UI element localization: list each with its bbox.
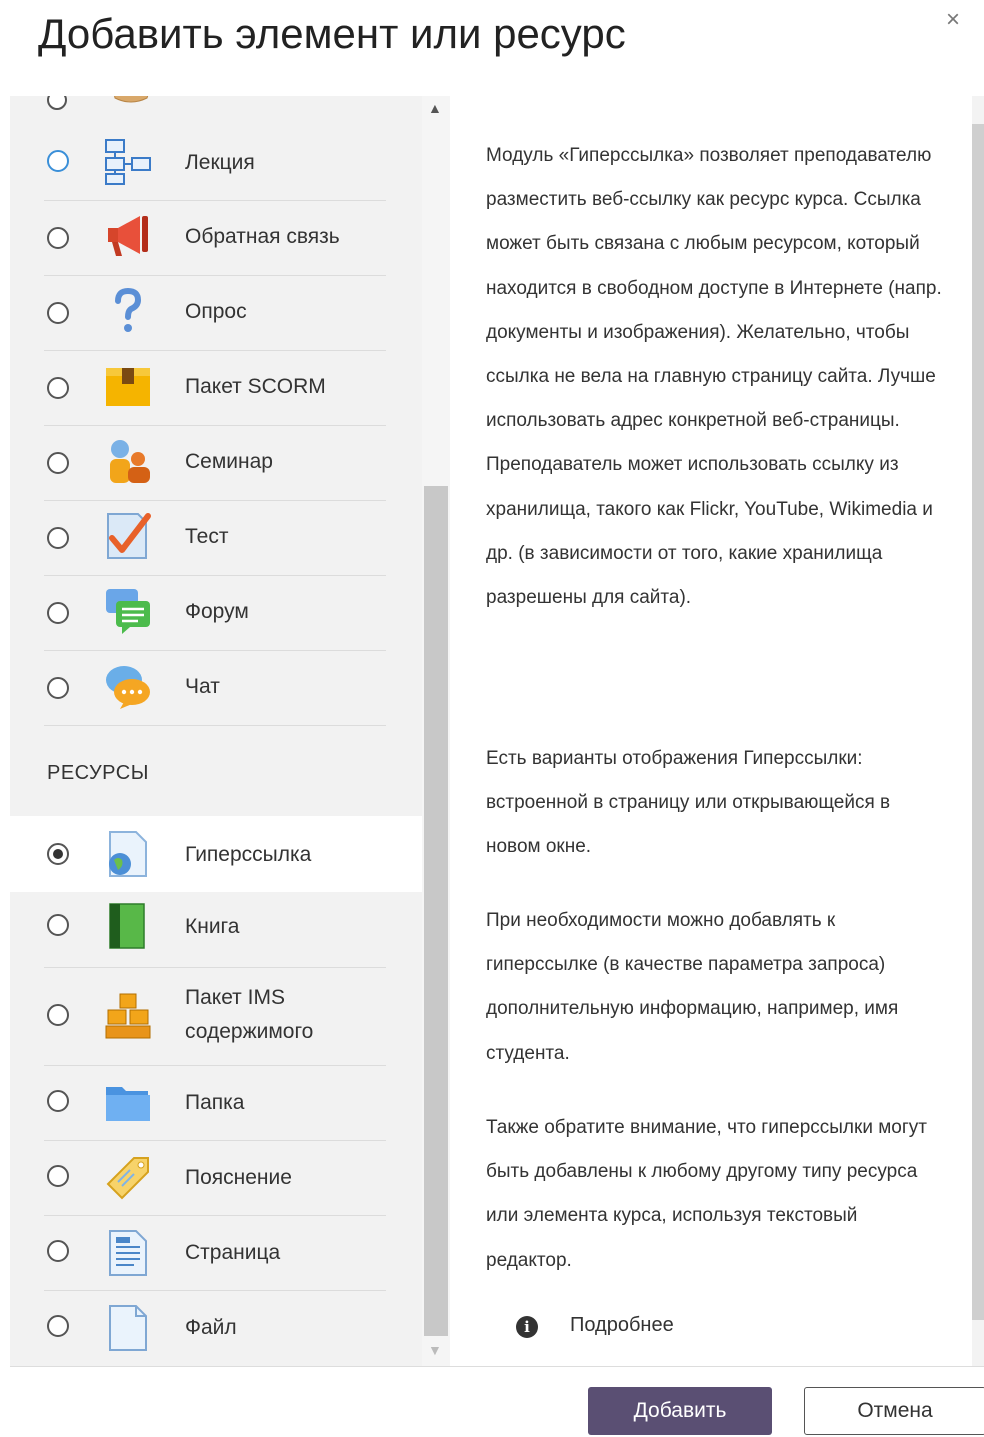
list-item-label: Чат [185, 675, 220, 698]
radio-button[interactable] [47, 527, 69, 549]
lesson-icon [105, 139, 151, 185]
module-chooser-list[interactable]: Лекция Обратная связь Опрос Пакет SCORM … [10, 96, 422, 1366]
url-globe-icon [109, 831, 147, 877]
radio-button[interactable] [47, 602, 69, 624]
radio-button[interactable] [47, 96, 67, 110]
divider [44, 425, 386, 426]
radio-button[interactable] [47, 1315, 69, 1337]
divider [44, 575, 386, 576]
partial-item-icon [114, 96, 149, 103]
more-link-label[interactable]: Подробнее [570, 1314, 674, 1337]
list-end [10, 725, 422, 726]
label-tag-icon [106, 1157, 149, 1200]
radio-button[interactable] [47, 227, 69, 249]
add-button[interactable]: Добавить [588, 1387, 772, 1435]
list-item-feedback[interactable]: Обратная связь [10, 200, 422, 275]
list-item-ims[interactable]: Пакет IMS содержимого [10, 967, 422, 1065]
ims-package-icon [105, 993, 151, 1039]
list-item-label: Опрос [185, 300, 247, 323]
radio-button[interactable] [47, 150, 69, 172]
forum-icon [106, 589, 150, 634]
list-item-chat[interactable]: Чат [10, 650, 422, 725]
resources-heading: РЕСУРСЫ [47, 762, 149, 784]
chevron-up-icon[interactable]: ▲ [428, 100, 442, 116]
radio-button[interactable] [47, 452, 69, 474]
scorm-package-icon [106, 368, 150, 406]
list-item-folder[interactable]: Папка [10, 1065, 422, 1140]
chat-bubble-icon [106, 666, 150, 709]
workshop-people-icon [110, 440, 150, 483]
file-icon [109, 1305, 147, 1351]
radio-button[interactable] [47, 377, 69, 399]
list-item-file[interactable]: Файл [10, 1290, 422, 1365]
divider [44, 275, 386, 276]
description-paragraph: Модуль «Гиперссылка» позволяет преподава… [486, 145, 942, 609]
chevron-down-icon[interactable]: ▼ [428, 1342, 442, 1358]
description-paragraph: Есть варианты отображения Гиперссылки: в… [486, 748, 891, 858]
list-item-scorm[interactable]: Пакет SCORM [10, 350, 422, 425]
radio-button[interactable] [47, 677, 69, 699]
divider [44, 650, 386, 651]
list-item-quiz[interactable]: Тест [10, 500, 422, 575]
list-scrollbar[interactable]: ▲ ▼ [422, 96, 450, 1366]
list-item-workshop[interactable]: Семинар [10, 425, 422, 500]
dialog-footer: Добавить Отмена [10, 1366, 984, 1437]
list-item-label: Пояснение [185, 1166, 292, 1189]
feedback-megaphone-icon [108, 216, 148, 256]
list-item-url[interactable]: Гиперссылка [10, 816, 422, 892]
question-mark-icon [115, 287, 142, 332]
radio-button[interactable] [47, 1090, 69, 1112]
info-icon: i [516, 1316, 538, 1338]
radio-button[interactable] [47, 1004, 69, 1026]
radio-button[interactable] [47, 914, 69, 936]
list-item-label: Гиперссылка [185, 843, 312, 866]
list-item-label: Обратная связь [185, 225, 340, 248]
list-item-label: Книга [185, 915, 240, 938]
description-scrollbar[interactable] [972, 96, 984, 1366]
list-item-label: Папка [185, 1091, 245, 1114]
radio-button[interactable] [47, 843, 69, 865]
quiz-checkmark-icon [107, 513, 151, 559]
list-item-lesson[interactable]: Лекция [10, 125, 422, 200]
divider [44, 967, 386, 968]
list-item-label: Пакет IMS содержимого [185, 981, 313, 1049]
close-icon[interactable]: × [946, 6, 960, 34]
divider [44, 1215, 386, 1216]
module-description-panel: Модуль «Гиперссылка» позволяет преподава… [450, 96, 970, 1366]
list-item-label-text: Пакет IMS содержимого [185, 986, 314, 1043]
list-item-label: Файл [185, 1316, 237, 1339]
partially-visible-item[interactable] [45, 96, 385, 124]
divider [44, 500, 386, 501]
list-item-survey[interactable]: Опрос [10, 275, 422, 350]
list-item-label: Семинар [185, 450, 273, 473]
list-item-label: Тест [185, 525, 229, 548]
radio-button[interactable] [47, 302, 69, 324]
list-item-book[interactable]: Книга [10, 892, 422, 967]
divider [44, 200, 386, 201]
radio-button[interactable] [47, 1240, 69, 1262]
list-item-label: Форум [185, 600, 249, 623]
page-icon [109, 1230, 147, 1276]
book-icon [109, 903, 145, 949]
divider [44, 1290, 386, 1291]
list-item-label: Лекция [185, 151, 255, 174]
cancel-button[interactable]: Отмена [804, 1387, 984, 1435]
dialog-title: Добавить элемент или ресурс [38, 10, 626, 57]
divider [44, 725, 386, 726]
radio-button[interactable] [47, 1165, 69, 1187]
divider [44, 1140, 386, 1141]
list-item-label: Страница [185, 1241, 281, 1264]
description-paragraph: Также обратите внимание, что гиперссылки… [486, 1117, 927, 1271]
divider [44, 350, 386, 351]
list-item-label: Пакет SCORM [185, 375, 326, 398]
list-item-forum[interactable]: Форум [10, 575, 422, 650]
list-item-label-resource[interactable]: Пояснение [10, 1140, 422, 1215]
scrollbar-thumb[interactable] [424, 486, 448, 1336]
divider [44, 1065, 386, 1066]
list-item-page[interactable]: Страница [10, 1215, 422, 1290]
description-paragraph: При необходимости можно добавлять к гипе… [486, 910, 899, 1064]
folder-icon [106, 1087, 150, 1121]
scrollbar-thumb[interactable] [972, 124, 984, 1320]
